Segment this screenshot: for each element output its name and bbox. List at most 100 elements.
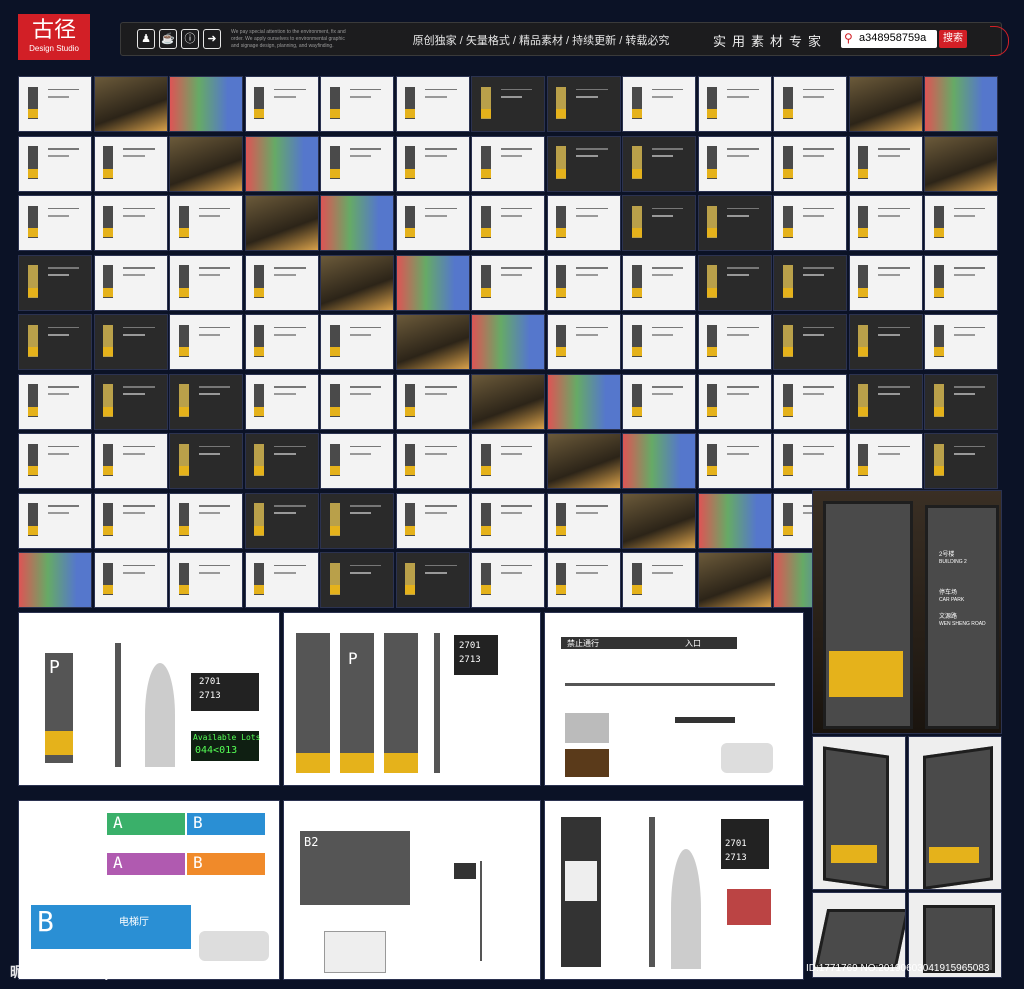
thumbnail[interactable] [395, 433, 470, 489]
thumbnail[interactable] [622, 314, 696, 370]
thumbnail[interactable] [471, 373, 545, 430]
thumbnail[interactable] [546, 254, 621, 311]
thumbnail[interactable] [244, 492, 319, 549]
thumbnail[interactable] [622, 76, 696, 132]
thumbnail[interactable] [18, 552, 92, 608]
thumbnail[interactable] [395, 373, 470, 430]
thumbnail[interactable] [924, 433, 998, 489]
zone-signs-drawing[interactable]: A B A B B 电梯厅 [18, 800, 280, 980]
thumbnail[interactable] [848, 373, 923, 430]
thumbnail[interactable] [244, 195, 319, 251]
thumbnail[interactable] [169, 552, 243, 608]
thumbnail[interactable] [773, 433, 847, 489]
thumbnail[interactable] [169, 76, 243, 132]
thumbnail[interactable] [18, 254, 92, 311]
thumbnail[interactable] [924, 135, 998, 192]
thumbnail[interactable] [93, 195, 168, 251]
thumbnail[interactable] [169, 135, 243, 192]
thumbnail[interactable] [244, 433, 319, 489]
thumbnail[interactable] [320, 195, 394, 251]
thumbnail[interactable] [622, 373, 696, 430]
thumbnail[interactable] [848, 433, 923, 489]
thumbnail[interactable] [622, 492, 696, 549]
thumbnail[interactable] [93, 552, 168, 608]
thumbnail[interactable] [169, 492, 243, 549]
thumbnail[interactable] [395, 135, 470, 192]
thumbnail[interactable] [848, 195, 923, 251]
thumbnail[interactable] [18, 76, 92, 132]
thumbnail[interactable] [471, 492, 545, 549]
thumbnail[interactable] [395, 254, 470, 311]
thumbnail[interactable] [546, 433, 621, 489]
thumbnail[interactable] [773, 314, 847, 370]
thumbnail[interactable] [244, 373, 319, 430]
thumbnail[interactable] [924, 314, 998, 370]
thumbnail[interactable] [773, 76, 847, 132]
parking-totems-drawing[interactable]: P 2701 2713 [283, 612, 541, 786]
thumbnail[interactable] [244, 254, 319, 311]
cup-icon[interactable]: ☕ [159, 29, 177, 49]
thumbnail[interactable] [93, 433, 168, 489]
thumbnail[interactable] [471, 254, 545, 311]
thumbnail[interactable] [848, 76, 923, 132]
thumbnail[interactable] [773, 135, 847, 192]
entrance-sign-drawing[interactable]: 禁止通行 入口 [544, 612, 804, 786]
b2-map-drawing[interactable]: B2 [283, 800, 541, 980]
thumbnail[interactable] [471, 433, 545, 489]
thumbnail[interactable] [93, 76, 168, 132]
thumbnail[interactable] [773, 373, 847, 430]
thumbnail[interactable] [924, 76, 998, 132]
signage-render-detail-1[interactable] [812, 736, 906, 890]
thumbnail[interactable] [697, 433, 772, 489]
thumbnail[interactable] [546, 552, 621, 608]
thumbnail[interactable] [320, 254, 394, 311]
thumbnail[interactable] [320, 135, 394, 192]
thumbnail[interactable] [546, 373, 621, 430]
directory-totem-drawing[interactable]: 2701 2713 [544, 800, 804, 980]
thumbnail[interactable] [697, 373, 772, 430]
thumbnail[interactable] [697, 135, 772, 192]
thumbnail[interactable] [622, 433, 696, 489]
thumbnail[interactable] [546, 135, 621, 192]
thumbnail[interactable] [169, 314, 243, 370]
thumbnail[interactable] [924, 373, 998, 430]
thumbnail[interactable] [169, 254, 243, 311]
thumbnail[interactable] [546, 76, 621, 132]
thumbnail[interactable] [93, 492, 168, 549]
thumbnail[interactable] [320, 76, 394, 132]
thumbnail[interactable] [395, 195, 470, 251]
thumbnail[interactable] [18, 433, 92, 489]
thumbnail[interactable] [395, 76, 470, 132]
thumbnail[interactable] [169, 433, 243, 489]
thumbnail[interactable] [395, 314, 470, 370]
thumbnail[interactable] [244, 135, 319, 192]
thumbnail[interactable] [18, 492, 92, 549]
thumbnail[interactable] [848, 135, 923, 192]
thumbnail[interactable] [622, 552, 696, 608]
thumbnail[interactable] [848, 254, 923, 311]
thumbnail[interactable] [18, 135, 92, 192]
thumbnail[interactable] [546, 492, 621, 549]
thumbnail[interactable] [697, 314, 772, 370]
thumbnail[interactable] [320, 314, 394, 370]
thumbnail[interactable] [93, 314, 168, 370]
logo[interactable]: 古径 Design Studio [18, 14, 90, 60]
search-input[interactable] [859, 31, 935, 45]
thumbnail[interactable] [320, 433, 394, 489]
thumbnail[interactable] [697, 76, 772, 132]
thumbnail[interactable] [18, 195, 92, 251]
thumbnail[interactable] [320, 552, 394, 608]
thumbnail[interactable] [924, 254, 998, 311]
thumbnail[interactable] [471, 195, 545, 251]
thumbnail[interactable] [18, 314, 92, 370]
thumbnail[interactable] [471, 552, 545, 608]
person-icon[interactable]: ♟ [137, 29, 155, 49]
thumbnail[interactable] [244, 314, 319, 370]
signage-render-main[interactable]: 2号楼 BUILDING 2 停车场 CAR PARK 文源路 WEN SHEN… [812, 490, 1002, 734]
thumbnail[interactable] [169, 195, 243, 251]
signage-render-detail-2[interactable] [908, 736, 1002, 890]
thumbnail[interactable] [244, 76, 319, 132]
thumbnail[interactable] [244, 552, 319, 608]
info-icon[interactable]: ⓘ [181, 29, 199, 49]
thumbnail[interactable] [320, 492, 394, 549]
